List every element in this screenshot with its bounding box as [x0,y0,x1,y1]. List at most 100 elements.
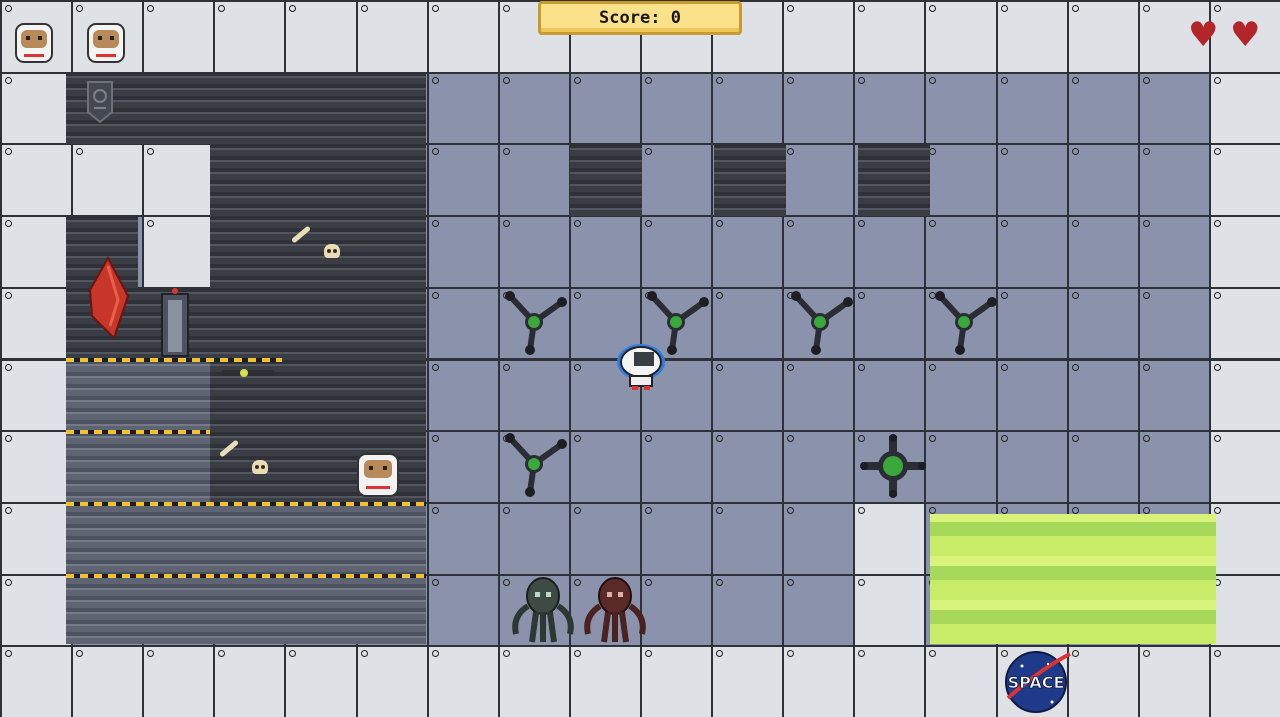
bolt-icon [1213,363,1221,371]
bolt-icon [645,435,652,443]
bolt-icon [1000,220,1008,228]
wall-tile [782,645,856,717]
wall-tile [1208,358,1280,433]
bolt-icon [858,650,866,658]
wall-tile [853,0,927,74]
bolt-icon [1071,148,1079,156]
bolt-icon [147,5,155,12]
bolt-icon [1142,506,1150,514]
floor-tile [568,71,642,146]
bolt-icon [858,506,866,514]
wall-tile [1208,143,1280,218]
floor-tile [1066,143,1140,218]
wall-tile [1066,645,1140,717]
dark-floor-area [66,72,426,144]
bolt-icon [431,148,439,156]
bolt-icon [716,650,724,658]
bolt-icon [5,435,12,443]
bolt-icon [1213,650,1221,658]
wall-tile [782,0,856,74]
wall-tile [853,573,927,648]
wall-tile [1208,215,1280,289]
cross-drone-enemy[interactable] [858,432,928,500]
score-display: Score: 0 [538,1,742,35]
floor-tile [924,358,998,433]
wall-tile [497,645,571,717]
bolt-icon [787,148,795,156]
bolt-icon [431,506,439,514]
floor-tile [711,286,785,361]
wall-tile [71,645,145,717]
bolt-icon [787,578,795,586]
red-crystal-icon[interactable] [84,256,136,340]
bolt-icon [431,5,439,12]
alien-enemy-green[interactable] [506,572,580,644]
alien-enemy-red[interactable] [578,572,652,644]
teleporter-door-icon[interactable] [158,286,192,358]
bolt-icon [929,506,937,514]
bolt-icon [787,220,795,228]
bolt-icon [1142,148,1150,156]
bolt-icon [76,148,84,156]
floor-tile [711,71,785,146]
bolt-icon [147,148,155,156]
bolt-icon [5,291,12,299]
bolt-icon [431,220,439,228]
bolt-icon [1213,76,1221,84]
bolt-icon [716,506,724,514]
wall-tile [142,143,216,218]
floor-tile [497,71,571,146]
floor-tile [426,71,500,146]
floor-tile [497,215,571,289]
wall-tile [426,0,500,74]
floor-tile [853,358,927,433]
game-stage: Score: 0 ♥ ♥ SPACE [0,0,1280,717]
wall-tile [142,645,216,717]
floor-tile [711,501,785,576]
floor-tile [782,501,856,576]
drone-enemy[interactable] [500,430,570,498]
floor-tile [782,71,856,146]
drone-enemy[interactable] [500,288,570,356]
floor-tile [853,71,927,146]
drone-enemy[interactable] [930,288,1000,356]
bolt-icon [76,5,84,12]
bolt-icon [1213,220,1221,228]
floor-tile [1137,143,1211,218]
bolt-icon [289,5,297,12]
bolt-icon [289,650,297,658]
wall-tile [213,0,287,74]
bolt-icon [5,578,12,586]
wall-tile [284,645,358,717]
heart-icon: ♥ [1188,15,1219,55]
bolt-icon [1071,435,1079,443]
dark-floor-area [714,144,786,216]
bolt-icon [929,220,937,228]
drone-enemy[interactable] [786,288,856,356]
skull-icon [324,244,340,258]
dark-floor-area [858,144,930,216]
astronaut-npc[interactable] [352,448,404,500]
floor-tile [426,215,500,289]
wall-tile [284,0,358,74]
bolt-icon [1000,5,1008,12]
bolt-icon [1071,5,1079,12]
wall-tile [142,0,216,74]
wall-tile [1208,573,1280,648]
score-label: Score: 0 [599,8,681,28]
floor-tile [853,286,927,361]
bolt-icon [1142,435,1150,443]
floor-tile [426,573,500,648]
floor-tile [782,430,856,504]
bolt-icon [645,148,652,156]
wall-tile [0,430,74,504]
floor-tile [1137,215,1211,289]
floor-tile [426,358,500,433]
shield-emblem-icon [87,81,113,124]
bolt-icon [502,650,510,658]
floor-tile [1137,358,1211,433]
drone-enemy[interactable] [642,288,712,356]
bolt-icon [1071,506,1079,514]
bolt-icon [1000,76,1008,84]
wall-tile [142,215,216,289]
